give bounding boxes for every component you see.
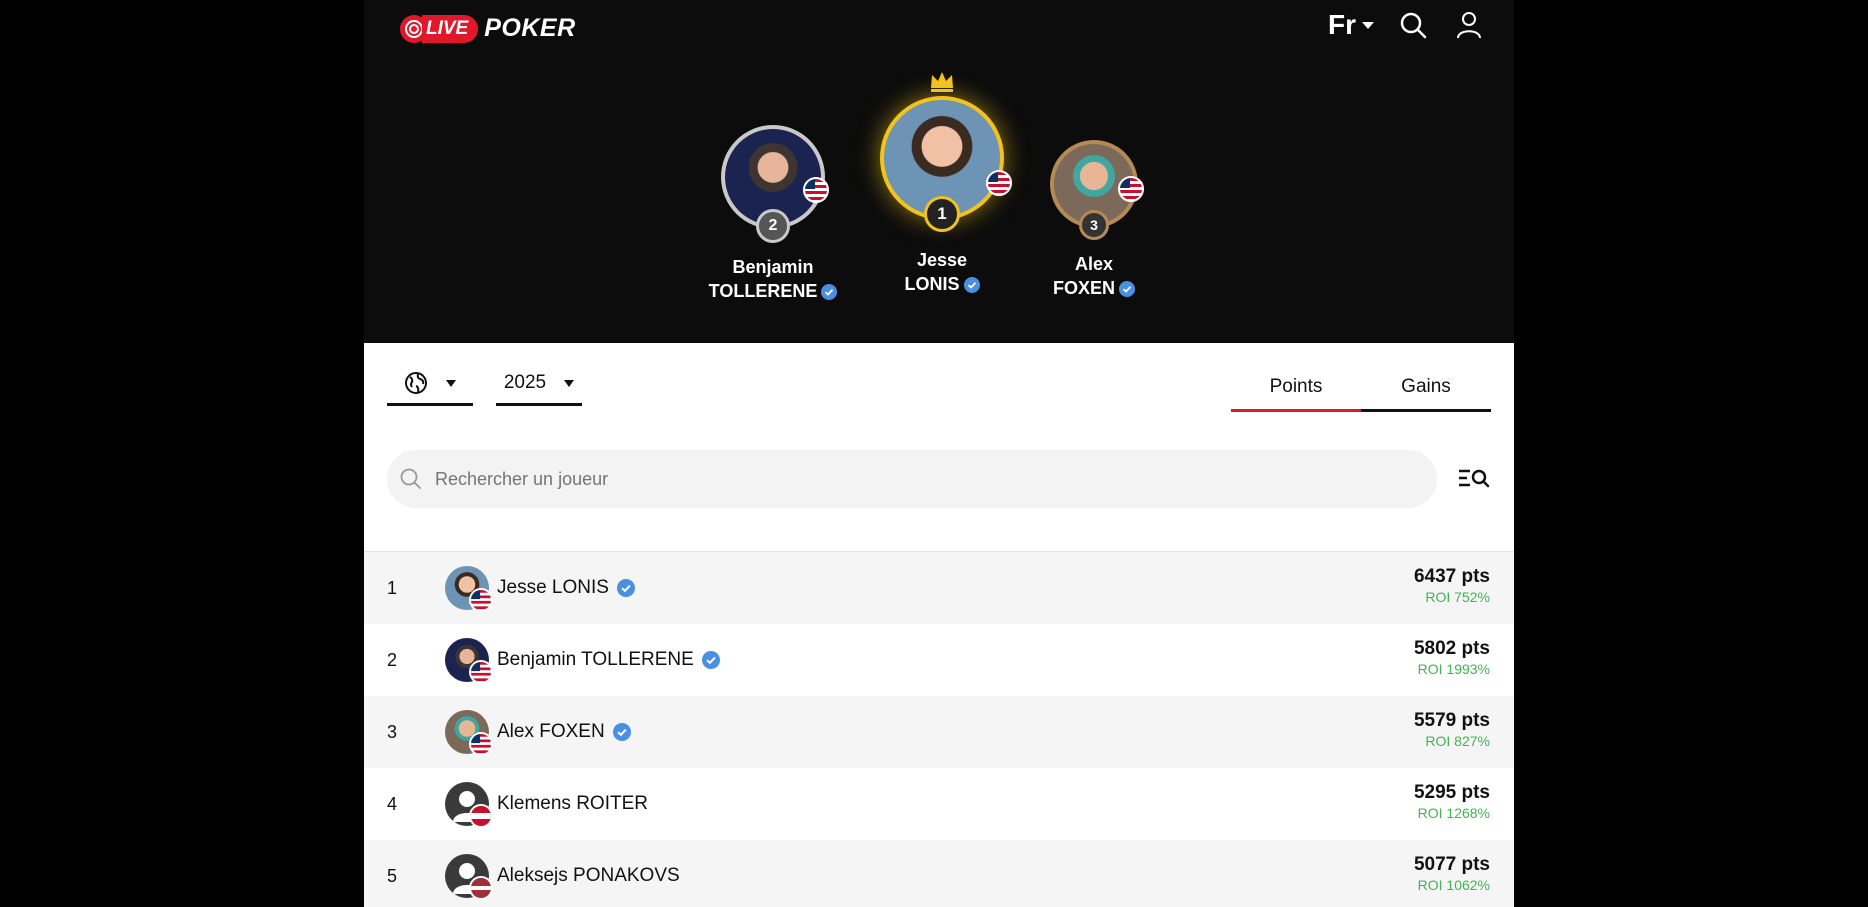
podium-first-name: Jesse [916, 250, 968, 270]
search-field [387, 450, 1437, 508]
language-label: Fr [1328, 9, 1356, 40]
flag-us-icon [986, 170, 1012, 196]
table-row[interactable]: 4 Klemens ROITER 5295 pts ROI 1268% [364, 768, 1514, 840]
player-name: Benjamin TOLLERENE [497, 649, 694, 670]
player-name: Klemens ROITER [497, 793, 648, 814]
chevron-down-icon [1362, 21, 1374, 29]
globe-icon [405, 372, 427, 394]
podium-last-name: TOLLERENE [708, 281, 818, 301]
ranking-list: 1 Jesse LONIS 6437 pts ROI 752% 2 Benjam… [364, 551, 1514, 907]
score-block: 6437 pts ROI 752% [1414, 566, 1490, 606]
player-search-row [387, 450, 1491, 508]
logo-poker-text: POKER [484, 14, 576, 42]
rank-number: 2 [387, 649, 398, 670]
crown-icon [931, 72, 953, 92]
search-button[interactable] [1396, 8, 1430, 42]
table-row[interactable]: 3 Alex FOXEN 5579 pts ROI 827% [364, 696, 1514, 768]
rank-number: 1 [387, 577, 398, 598]
logo[interactable]: LIVE POKER [400, 14, 576, 43]
flag-us-icon [1118, 176, 1144, 202]
player-name: Aleksejs PONAKOVS [497, 865, 680, 886]
hero-header: LIVE POKER Fr 2 Benjamin TOLLERENE 1 Jes… [364, 0, 1514, 343]
table-row[interactable]: 2 Benjamin TOLLERENE 5802 pts ROI 1993% [364, 624, 1514, 696]
flag-lv-icon [469, 876, 493, 900]
verified-icon [701, 651, 720, 669]
podium-first-name: Alex [1074, 254, 1114, 274]
avatar: 3 [1050, 140, 1144, 240]
verified-icon [963, 277, 980, 294]
year-select[interactable]: 2025 [496, 363, 582, 406]
score-block: 5295 pts ROI 1268% [1414, 782, 1490, 822]
roi-value: ROI 1993% [1417, 661, 1490, 677]
points-value: 5295 pts [1413, 782, 1490, 803]
chevron-down-icon [564, 379, 575, 387]
avatar: 2 [721, 125, 829, 243]
language-selector[interactable]: Fr [1328, 9, 1374, 41]
roi-value: ROI 752% [1425, 589, 1490, 605]
search-icon [400, 468, 421, 489]
score-block: 5802 pts ROI 1993% [1414, 638, 1490, 678]
player-search-input[interactable] [433, 467, 1337, 491]
tab-points[interactable]: Points [1231, 365, 1361, 412]
rank-number: 5 [387, 865, 398, 886]
podium-player-3[interactable]: 3 Alex FOXEN [1050, 140, 1144, 300]
avatar [445, 638, 493, 684]
verified-icon [1119, 281, 1135, 298]
roi-value: ROI 827% [1425, 733, 1490, 749]
tab-gains[interactable]: Gains [1361, 365, 1491, 409]
roi-value: ROI 1062% [1417, 877, 1490, 893]
flag-us-icon [469, 732, 493, 756]
rank-badge: 3 [1079, 210, 1109, 240]
flag-us-icon [469, 660, 493, 684]
points-value: 5077 pts [1413, 854, 1490, 875]
account-button[interactable] [1452, 8, 1486, 42]
flag-at-icon [469, 804, 493, 828]
player-name: Jesse LONIS [497, 577, 609, 598]
score-block: 5077 pts ROI 1062% [1414, 854, 1490, 894]
rank-badge: 2 [756, 209, 790, 243]
avatar [445, 854, 493, 900]
avatar [445, 710, 493, 756]
advanced-search-button[interactable] [1457, 462, 1491, 496]
podium-first-name: Benjamin [732, 257, 814, 277]
verified-icon [821, 284, 838, 301]
verified-icon [612, 723, 631, 741]
podium-player-2[interactable]: 2 Benjamin TOLLERENE [709, 125, 838, 303]
rank-number: 4 [387, 793, 398, 814]
score-block: 5579 pts ROI 827% [1414, 710, 1490, 750]
avatar [445, 566, 493, 612]
app-container: LIVE POKER Fr 2 Benjamin TOLLERENE 1 Jes… [364, 0, 1514, 907]
ranking-tabs: Points Gains [1231, 365, 1491, 412]
podium-last-name: FOXEN [1052, 278, 1115, 298]
points-value: 5802 pts [1413, 638, 1490, 659]
podium-last-name: LONIS [904, 274, 960, 294]
table-row[interactable]: 5 Aleksejs PONAKOVS 5077 pts ROI 1062% [364, 840, 1514, 907]
rank-number: 3 [387, 721, 398, 742]
search-icon [1400, 12, 1427, 39]
region-select[interactable] [387, 363, 473, 406]
year-value: 2025 [503, 372, 547, 393]
points-value: 5579 pts [1413, 710, 1490, 731]
logo-live-text: LIVE [422, 14, 479, 43]
filters-bar: 2025 Points Gains [364, 343, 1514, 438]
flag-us-icon [469, 588, 493, 612]
top-actions: Fr [1328, 8, 1486, 42]
flag-us-icon [803, 177, 829, 203]
list-search-icon [1459, 469, 1490, 488]
player-name: Alex FOXEN [497, 721, 605, 742]
table-row[interactable]: 1 Jesse LONIS 6437 pts ROI 752% [364, 552, 1514, 624]
user-icon [1457, 12, 1481, 39]
roi-value: ROI 1268% [1417, 805, 1490, 821]
avatar: 1 [880, 96, 1012, 232]
chevron-down-icon [446, 379, 456, 387]
points-value: 6437 pts [1413, 566, 1490, 587]
avatar [445, 782, 493, 828]
rank-badge: 1 [924, 196, 960, 232]
verified-icon [616, 579, 635, 597]
podium-player-1[interactable]: 1 Jesse LONIS [880, 70, 1012, 296]
